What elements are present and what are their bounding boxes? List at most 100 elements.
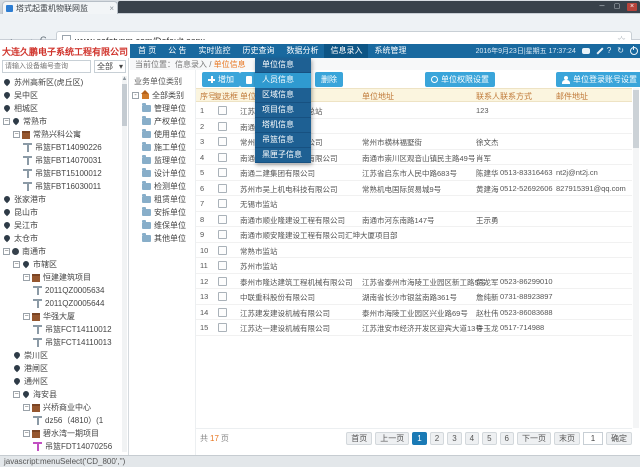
row-checkbox[interactable] <box>218 277 227 286</box>
tree-item[interactable]: 港闸区 <box>0 362 122 375</box>
tree-item[interactable]: 吊篮FCT14110013 <box>0 336 122 349</box>
tree-item[interactable]: dz56（4810）(1 <box>0 414 122 427</box>
expand-toggle[interactable]: − <box>13 391 20 398</box>
tree-item[interactable]: 吴中区 <box>0 89 122 102</box>
row-checkbox[interactable] <box>218 246 227 255</box>
category-item[interactable]: 使用单位 <box>142 128 186 141</box>
table-row[interactable]: 5南通二建集团有限公司江苏省启东市人民中路683号陈建华0513-8331646… <box>196 164 632 181</box>
tree-item[interactable]: 吊篮FDT14070256 <box>0 440 122 453</box>
category-item[interactable]: 租赁单位 <box>142 193 186 206</box>
add-button[interactable]: 增加 <box>202 72 240 87</box>
row-checkbox[interactable] <box>218 292 227 301</box>
dropdown-item[interactable]: 项目信息 <box>255 103 311 118</box>
table-row[interactable]: 7无锡市监站 <box>196 195 632 212</box>
tree-item[interactable]: −海安县 <box>0 388 122 401</box>
minimize-icon[interactable]: ─ <box>597 3 607 11</box>
tree-item[interactable]: −市辖区 <box>0 258 122 271</box>
expand-toggle[interactable]: − <box>13 131 20 138</box>
filter-select[interactable]: 全部 ▾ <box>94 60 126 73</box>
expand-toggle[interactable]: − <box>3 118 10 125</box>
dropdown-item[interactable]: 吊篮信息 <box>255 133 311 148</box>
table-row[interactable]: 14江苏建发建设机械有限公司泰州市海陵工业园区兴业路69号赵杜伟0523-860… <box>196 304 632 321</box>
nav-item[interactable]: 公 告 <box>162 44 192 58</box>
close-icon[interactable]: × <box>627 3 637 11</box>
tree-item[interactable]: 相城区 <box>0 102 122 115</box>
scroll-up-icon[interactable]: ▲ <box>121 76 128 83</box>
category-item[interactable]: 其他单位 <box>142 232 186 245</box>
expand-toggle[interactable]: − <box>23 274 30 281</box>
category-item[interactable]: 安拆单位 <box>142 206 186 219</box>
row-checkbox[interactable] <box>218 199 227 208</box>
tree-item[interactable]: 吴江市 <box>0 219 122 232</box>
row-checkbox[interactable] <box>218 261 227 270</box>
nav-item[interactable]: 首 页 <box>132 44 162 58</box>
tree-item[interactable]: 张家港市 <box>0 193 122 206</box>
category-item[interactable]: 设计单位 <box>142 167 186 180</box>
tree-item[interactable]: −兴桥商业中心 <box>0 401 122 414</box>
row-checkbox[interactable] <box>218 122 227 131</box>
reload-icon[interactable]: ↻ <box>617 47 624 55</box>
confirm-jump-button[interactable]: 确定 <box>606 432 632 445</box>
sidebar-scrollbar[interactable] <box>122 76 127 452</box>
tree-item[interactable]: −南通市 <box>0 245 122 258</box>
tab-close-icon[interactable]: × <box>109 4 114 13</box>
tree-item[interactable]: 吊篮FBT15100012 <box>0 167 122 180</box>
tree-item[interactable]: 2011QZ0005644 <box>0 297 122 310</box>
tree-item[interactable]: −碧水湾一期项目 <box>0 427 122 440</box>
row-checkbox[interactable] <box>218 137 227 146</box>
expand-toggle[interactable]: − <box>23 313 30 320</box>
row-checkbox[interactable] <box>218 308 227 317</box>
tree-item[interactable]: 太仓市 <box>0 232 122 245</box>
row-checkbox[interactable] <box>218 215 227 224</box>
expand-toggle[interactable]: − <box>13 261 20 268</box>
category-item[interactable]: 产权单位 <box>142 115 186 128</box>
last-page-button[interactable]: 末页 <box>554 432 580 445</box>
row-checkbox[interactable] <box>218 153 227 162</box>
row-checkbox[interactable] <box>218 184 227 193</box>
page-button[interactable]: 5 <box>482 432 496 445</box>
nav-item[interactable]: 实时监控 <box>192 44 236 58</box>
nav-item[interactable]: 历史查询 <box>236 44 280 58</box>
dropdown-item[interactable]: 区域信息 <box>255 88 311 103</box>
logout-icon[interactable] <box>630 47 638 55</box>
edit-icon[interactable] <box>596 47 603 54</box>
table-row[interactable]: 6苏州市吴上机电科技有限公司常熟机电国际贸易城9号黄建海0512-5269260… <box>196 180 632 197</box>
page-button[interactable]: 1 <box>412 432 426 445</box>
unit-permission-button[interactable]: 单位权限设置 <box>425 72 495 87</box>
nav-item[interactable]: 信息录入 <box>324 44 368 58</box>
tree-item[interactable]: −恒建建筑项目 <box>0 271 122 284</box>
expand-toggle[interactable]: − <box>23 404 30 411</box>
tree-item[interactable]: −常熟市 <box>0 115 122 128</box>
tree-item[interactable]: −常熟兴科公寓 <box>0 128 122 141</box>
category-item[interactable]: 管理单位 <box>142 102 186 115</box>
table-row[interactable]: 9南通市顺安隆建设工程有限公司汇坤大厦项目部 <box>196 226 632 243</box>
browser-tab[interactable]: 塔式起重机物联网监 × <box>2 1 118 14</box>
tree-item[interactable]: 通州区 <box>0 375 122 388</box>
table-row[interactable]: 12泰州市隆达建筑工程机械有限公司江苏省泰州市海陵工业园区新工路5号彭龙军052… <box>196 273 632 290</box>
page-button[interactable]: 4 <box>465 432 479 445</box>
expand-toggle[interactable]: − <box>23 430 30 437</box>
table-scrollbar[interactable] <box>633 88 639 428</box>
row-checkbox[interactable] <box>218 106 227 115</box>
expand-toggle[interactable]: - <box>132 92 139 99</box>
tree-item[interactable]: 2011QZ0005634 <box>0 284 122 297</box>
search-input[interactable] <box>2 60 91 73</box>
row-checkbox[interactable] <box>218 168 227 177</box>
row-checkbox[interactable] <box>218 323 227 332</box>
dropdown-item[interactable]: 塔机信息 <box>255 118 311 133</box>
page-button[interactable]: 6 <box>500 432 514 445</box>
help-icon[interactable]: ? <box>607 47 611 55</box>
prev-page-button[interactable]: 上一页 <box>375 432 409 445</box>
tree-item[interactable]: 吊篮FCT14110012 <box>0 323 122 336</box>
category-item[interactable]: 检测单位 <box>142 180 186 193</box>
category-item[interactable]: 施工单位 <box>142 141 186 154</box>
scrollbar-thumb[interactable] <box>122 84 127 126</box>
table-row[interactable]: 15江苏达一建设机械有限公司江苏淮安市经济开发区迎宾大道13号许玉龙0517-7… <box>196 319 632 336</box>
tree-item[interactable]: 崇川区 <box>0 349 122 362</box>
page-button[interactable]: 2 <box>430 432 444 445</box>
unit-account-button[interactable]: 单位登录账号设置 <box>556 72 640 87</box>
tree-item[interactable]: −华强大厦 <box>0 310 122 323</box>
dropdown-item[interactable]: 黑匣子信息 <box>255 148 311 163</box>
delete-button[interactable]: 删除 <box>315 72 343 87</box>
tree-item[interactable]: 苏州高新区(虎丘区) <box>0 76 122 89</box>
